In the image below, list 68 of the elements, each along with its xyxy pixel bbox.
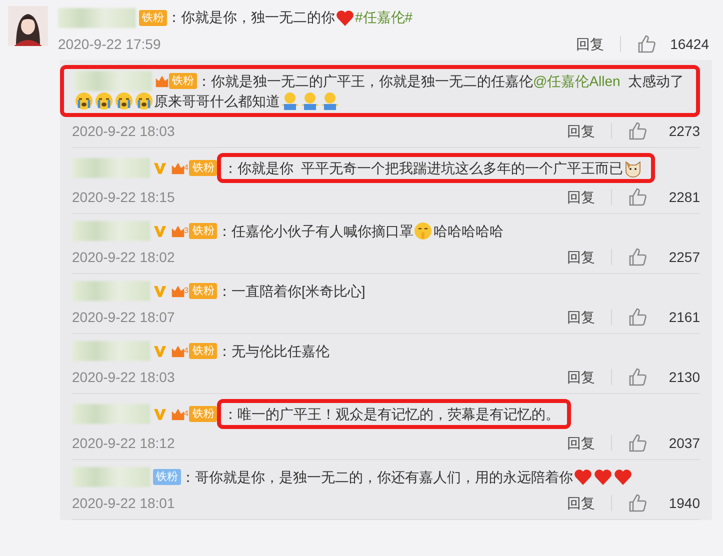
comment-text: ：你就是你，独一无二的你 (167, 9, 335, 27)
fan-badge: 铁粉 (189, 283, 218, 299)
fan-badge: 铁粉 (189, 223, 218, 239)
thumbs-up-icon[interactable] (628, 247, 648, 267)
thumbs-up-icon[interactable] (628, 433, 648, 453)
like-count: 2257 (668, 248, 700, 267)
reply-link[interactable]: 回复 (567, 187, 595, 207)
thumbs-up-icon[interactable] (628, 307, 648, 327)
like-count: 2037 (668, 434, 700, 453)
fan-level: 3 (184, 285, 188, 297)
like-count: 2281 (668, 188, 700, 207)
fan-level: 4 (184, 345, 188, 357)
comment-text: 原来哥哥什么都知道 (154, 92, 280, 111)
comment-text: ：任嘉伦小伙子有人喊你摘口罩 (217, 222, 414, 241)
reply-link[interactable]: 回复 (567, 493, 595, 513)
comment-date: 2020-9-22 18:15 (72, 188, 175, 207)
thumbs-up-icon[interactable] (628, 121, 648, 141)
figure-icon (320, 91, 340, 111)
comment-date: 2020-9-22 18:03 (72, 368, 175, 387)
comment-text: 太感动了 (627, 72, 684, 91)
thumbs-up-icon[interactable] (637, 34, 657, 54)
fan-badge: 铁粉 (189, 343, 218, 359)
thumbs-up-icon[interactable] (628, 493, 648, 513)
comment-date: 2020-9-22 18:07 (72, 308, 175, 327)
fan-badge: 铁粉 (153, 469, 181, 485)
fan-level: 4 (184, 408, 188, 420)
fan-level: 4 (184, 162, 188, 174)
fan-badge: 铁粉 (139, 10, 167, 26)
comment-text: 哈哈哈哈哈 (433, 222, 504, 241)
like-count: 2130 (668, 368, 700, 387)
crying-face-icon (74, 91, 94, 111)
like-count: 1940 (668, 494, 700, 513)
comment-date: 2020-9-22 18:01 (72, 494, 175, 513)
comment-text: ：哥你就是你，是独一无二的，你还有嘉人们，用的永远陪着你 (181, 468, 573, 487)
comment-text: ：一直陪着你[米奇比心] (217, 282, 366, 301)
comment-date: 2020-9-22 18:02 (72, 248, 175, 267)
thumbs-up-icon[interactable] (628, 187, 648, 207)
reply-link[interactable]: 回复 (567, 247, 595, 267)
heart-icon (613, 467, 633, 487)
fan-badge: 铁粉 (189, 160, 218, 176)
crying-face-icon (114, 91, 134, 111)
like-count: 16424 (669, 35, 709, 54)
comment-text: ：你就是你 平平无奇一个把我踹进坑这么多年的一个广平王而已 (223, 159, 624, 178)
heart-icon (593, 467, 613, 487)
figure-icon (300, 91, 320, 111)
heart-icon (335, 8, 355, 28)
reply-link[interactable]: 回复 (567, 433, 595, 453)
fan-badge: 铁粉 (189, 406, 218, 422)
thumbs-up-icon[interactable] (628, 367, 648, 387)
shushing-face-icon (413, 221, 434, 241)
figure-icon (280, 91, 300, 111)
comment-date: 2020-9-22 18:12 (72, 434, 175, 453)
reply-link[interactable]: 回复 (567, 307, 595, 327)
reply-link[interactable]: 回复 (567, 121, 595, 141)
comment-date: 2020-9-22 17:59 (58, 35, 161, 54)
heart-icon (573, 467, 593, 487)
crying-face-icon (134, 91, 154, 111)
crying-face-icon (94, 91, 114, 111)
comment-date: 2020-9-22 18:03 (72, 122, 175, 141)
comment-text: ：无与伦比任嘉伦 (217, 342, 330, 361)
comment-text: ：唯一的广平王！观众是有记忆的，荧幕是有记忆的。 (223, 405, 560, 424)
fan-level: 3 (184, 225, 188, 237)
fan-badge: 铁粉 (169, 73, 197, 89)
reply-link[interactable]: 回复 (567, 367, 595, 387)
comment-text: ：你就是独一无二的广平王，你就是独一无二的任嘉伦 (197, 72, 533, 91)
like-count: 2273 (668, 122, 700, 141)
reply-link[interactable]: 回复 (576, 34, 604, 54)
like-count: 2161 (668, 308, 700, 327)
